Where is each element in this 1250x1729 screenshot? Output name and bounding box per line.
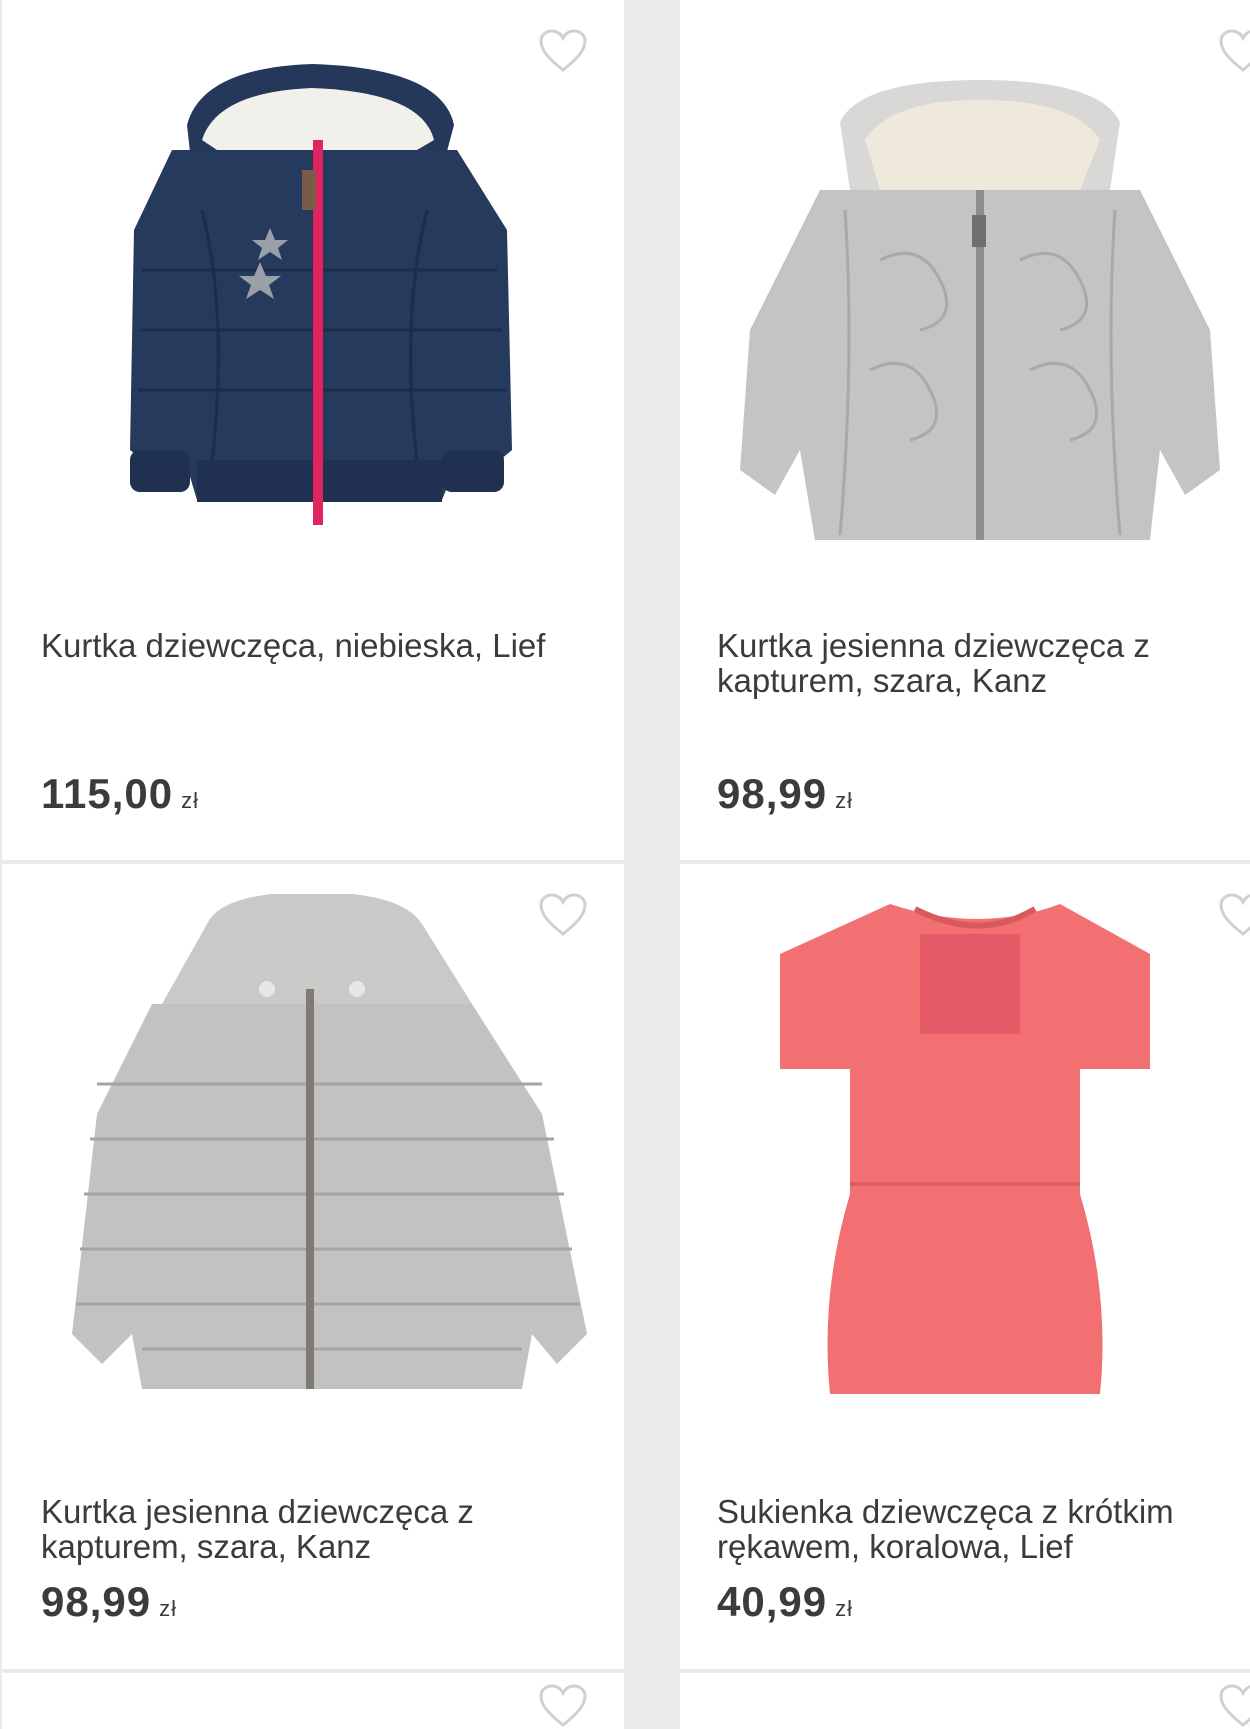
price-currency: zł [181, 788, 200, 813]
heart-icon[interactable] [538, 1683, 588, 1729]
price-value: 40,99 [717, 1578, 828, 1625]
price-value: 98,99 [717, 770, 828, 817]
price-value: 115,00 [41, 770, 174, 817]
product-card[interactable]: Kurtka jesienna dziewczęca z kapturem, s… [680, 0, 1250, 860]
product-price: 98,99 zł [41, 1578, 177, 1626]
price-currency: zł [835, 1596, 853, 1621]
product-image-navy-jacket[interactable] [2, 30, 624, 570]
product-grid: Kurtka dziewczęca, niebieska, Lief 115,0… [0, 0, 1250, 1729]
product-card[interactable]: Kurtka dziewczęca, niebieska, Lief 115,0… [2, 0, 624, 860]
product-card[interactable] [2, 1673, 624, 1729]
product-image-grey-quilted-jacket[interactable] [680, 30, 1250, 570]
product-card[interactable]: Kurtka jesienna dziewczęca z kapturem, s… [2, 864, 624, 1669]
product-title[interactable]: Kurtka dziewczęca, niebieska, Lief [41, 628, 581, 663]
price-value: 98,99 [41, 1578, 152, 1625]
product-title[interactable]: Kurtka jesienna dziewczęca z kapturem, s… [41, 1494, 581, 1564]
product-image-coral-dress[interactable] [680, 894, 1250, 1434]
price-currency: zł [159, 1596, 177, 1621]
product-card[interactable]: Sukienka dziewczęca z krótkim rękawem, k… [680, 864, 1250, 1669]
product-title[interactable]: Sukienka dziewczęca z krótkim rękawem, k… [717, 1494, 1247, 1564]
price-currency: zł [835, 788, 853, 813]
product-price: 98,99 zł [717, 770, 853, 818]
product-card[interactable] [680, 1673, 1250, 1729]
product-price: 40,99 zł [717, 1578, 853, 1626]
heart-icon[interactable] [1218, 1683, 1250, 1729]
product-title[interactable]: Kurtka jesienna dziewczęca z kapturem, s… [717, 628, 1247, 698]
product-price: 115,00 zł [41, 770, 199, 818]
product-image-grey-puffer-jacket[interactable] [2, 894, 624, 1434]
